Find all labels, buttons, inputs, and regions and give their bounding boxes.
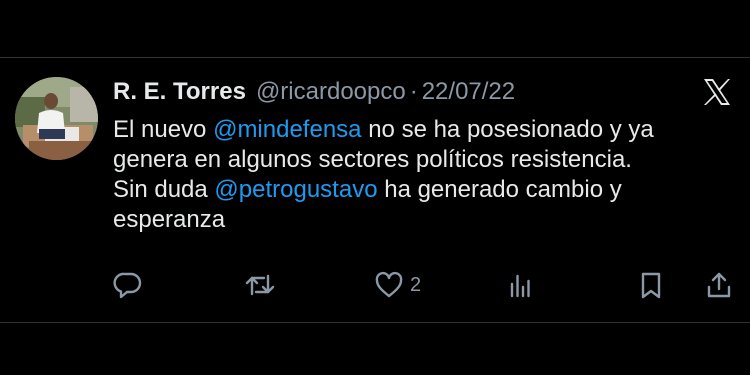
share-button[interactable] — [704, 270, 734, 300]
repost-button[interactable] — [244, 270, 276, 300]
text-segment: Sin duda — [113, 176, 215, 203]
tweet-card[interactable]: R. E. Torres @ricardoopco · 22/07/22 El … — [0, 58, 750, 322]
user-handle[interactable]: @ricardoopco — [256, 78, 406, 106]
tweet-text-line-3: Sin duda @petrogustavo ha generado cambi… — [113, 175, 743, 205]
heart-icon — [374, 270, 404, 300]
bookmark-button[interactable] — [636, 270, 666, 300]
action-bar: 2 — [0, 270, 750, 300]
mention-link-petrogustavo[interactable]: @petrogustavo — [214, 176, 377, 203]
views-chart-icon — [505, 270, 535, 300]
avatar[interactable] — [15, 77, 98, 160]
tweet-text-line-2: genera en algunos sectores políticos res… — [113, 146, 632, 173]
tweet-header: R. E. Torres @ricardoopco · 22/07/22 — [113, 78, 515, 108]
bottom-divider — [0, 322, 750, 323]
tweet-text-line-4: esperanza — [113, 206, 226, 233]
text-segment: no se ha posesionado y ya — [361, 116, 654, 143]
views-button[interactable] — [505, 270, 535, 300]
tweet-date[interactable]: 22/07/22 — [422, 78, 515, 106]
header-separator: · — [409, 78, 418, 105]
text-segment: El nuevo — [113, 116, 214, 143]
repost-icon — [244, 270, 276, 300]
text-segment: ha generado cambio y — [377, 176, 622, 203]
mention-link-mindefensa[interactable]: @mindefensa — [213, 116, 361, 143]
share-icon — [704, 270, 734, 300]
reply-icon — [113, 270, 143, 300]
like-count: 2 — [410, 273, 422, 296]
reply-button[interactable] — [113, 270, 143, 300]
display-name[interactable]: R. E. Torres — [113, 78, 246, 106]
like-button[interactable]: 2 — [374, 270, 421, 300]
bookmark-icon — [636, 270, 666, 300]
x-logo-icon — [702, 77, 732, 107]
tweet-text-line-1: El nuevo @mindefensa no se ha posesionad… — [113, 115, 743, 145]
tweet-text: El nuevo @mindefensa no se ha posesionad… — [113, 115, 743, 235]
